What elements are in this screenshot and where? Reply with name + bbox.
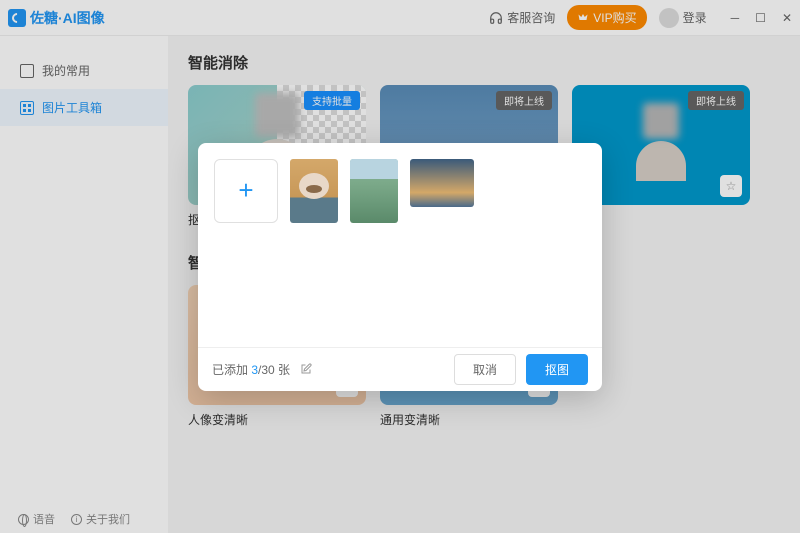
image-thumbnail[interactable] bbox=[350, 159, 398, 223]
image-thumbnail[interactable] bbox=[290, 159, 338, 223]
image-thumbnail[interactable] bbox=[410, 159, 474, 207]
add-image-button[interactable]: + bbox=[214, 159, 278, 223]
plus-icon: + bbox=[238, 175, 253, 206]
upload-modal: + 已添加 3/30 张 取消 抠图 bbox=[198, 143, 602, 391]
edit-icon[interactable] bbox=[300, 363, 312, 375]
modal-overlay[interactable]: + 已添加 3/30 张 取消 抠图 bbox=[0, 0, 800, 533]
cancel-button[interactable]: 取消 bbox=[454, 354, 516, 385]
confirm-button[interactable]: 抠图 bbox=[526, 354, 588, 385]
image-count: 已添加 3/30 张 bbox=[212, 361, 290, 378]
